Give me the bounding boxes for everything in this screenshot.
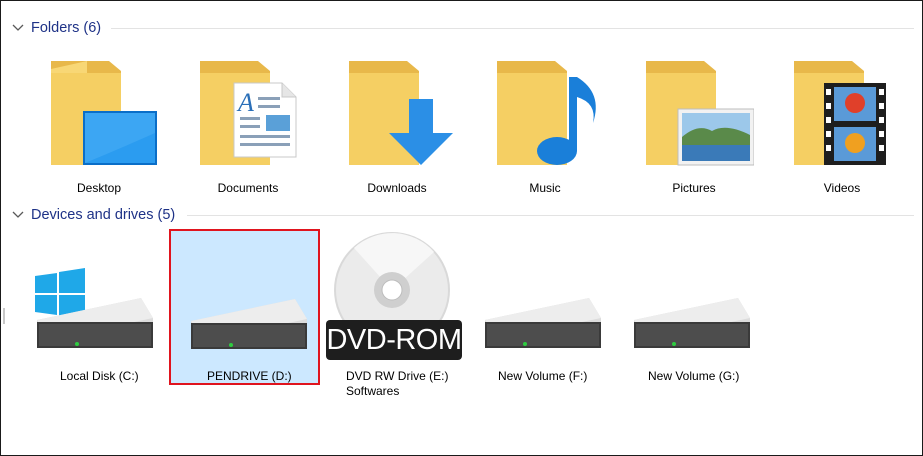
hard-drive-icon (191, 299, 307, 349)
drive-label: New Volume (G:) (648, 369, 740, 383)
documents-folder-icon: A (200, 61, 297, 165)
drive-tile-e[interactable]: DVD-ROM DVD RW Drive (E:) Softwares (324, 230, 466, 400)
drive-tile-d[interactable]: PENDRIVE (D:) (169, 229, 320, 385)
drive-tile-g[interactable]: New Volume (G:) (620, 230, 760, 386)
windows-drive-icon (35, 268, 153, 348)
folder-tile-downloads[interactable]: Downloads (337, 53, 457, 199)
folder-label: Videos (823, 181, 861, 195)
folder-label: Desktop (76, 181, 122, 195)
folder-tile-documents[interactable]: A Documents (188, 53, 308, 199)
downloads-folder-icon (349, 61, 453, 165)
folder-label: Documents (217, 181, 279, 195)
folder-label: Music (529, 181, 561, 195)
folder-label: Downloads (367, 181, 427, 195)
drive-sublabel: Softwares (346, 384, 400, 398)
scroll-indicator (3, 308, 5, 324)
drive-label: DVD RW Drive (E:) (346, 369, 449, 383)
folder-tile-desktop[interactable]: Desktop (39, 53, 159, 199)
drive-label: New Volume (F:) (498, 369, 588, 383)
drive-label: Local Disk (C:) (60, 369, 139, 383)
dvd-rom-badge: DVD-ROM (326, 323, 462, 356)
folder-label: Pictures (672, 181, 716, 195)
drive-tile-c[interactable]: Local Disk (C:) (23, 230, 163, 386)
drive-tile-f[interactable]: New Volume (F:) (471, 230, 611, 386)
folders-group-header[interactable]: Folders (6) (11, 17, 101, 39)
music-folder-icon (497, 61, 596, 165)
explorer-content-pane: Folders (6) Desktop A Documents Download… (0, 0, 923, 456)
drives-group-header[interactable]: Devices and drives (5) (11, 204, 175, 226)
group-divider (187, 215, 914, 216)
hard-drive-icon (485, 298, 601, 348)
hard-drive-icon (634, 298, 750, 348)
group-divider (111, 28, 914, 29)
folder-tile-music[interactable]: Music (485, 53, 605, 199)
chevron-down-icon[interactable] (11, 208, 25, 222)
folder-tile-videos[interactable]: Videos (782, 53, 902, 199)
drives-group-title: Devices and drives (5) (31, 207, 176, 223)
videos-folder-icon (794, 61, 886, 165)
desktop-folder-icon (51, 61, 157, 165)
folders-group-title: Folders (6) (31, 20, 102, 36)
chevron-down-icon[interactable] (11, 21, 25, 35)
folder-tile-pictures[interactable]: Pictures (634, 53, 754, 199)
svg-text:A: A (236, 88, 254, 117)
pictures-folder-icon (646, 61, 754, 166)
drive-label: PENDRIVE (D:) (207, 369, 292, 383)
